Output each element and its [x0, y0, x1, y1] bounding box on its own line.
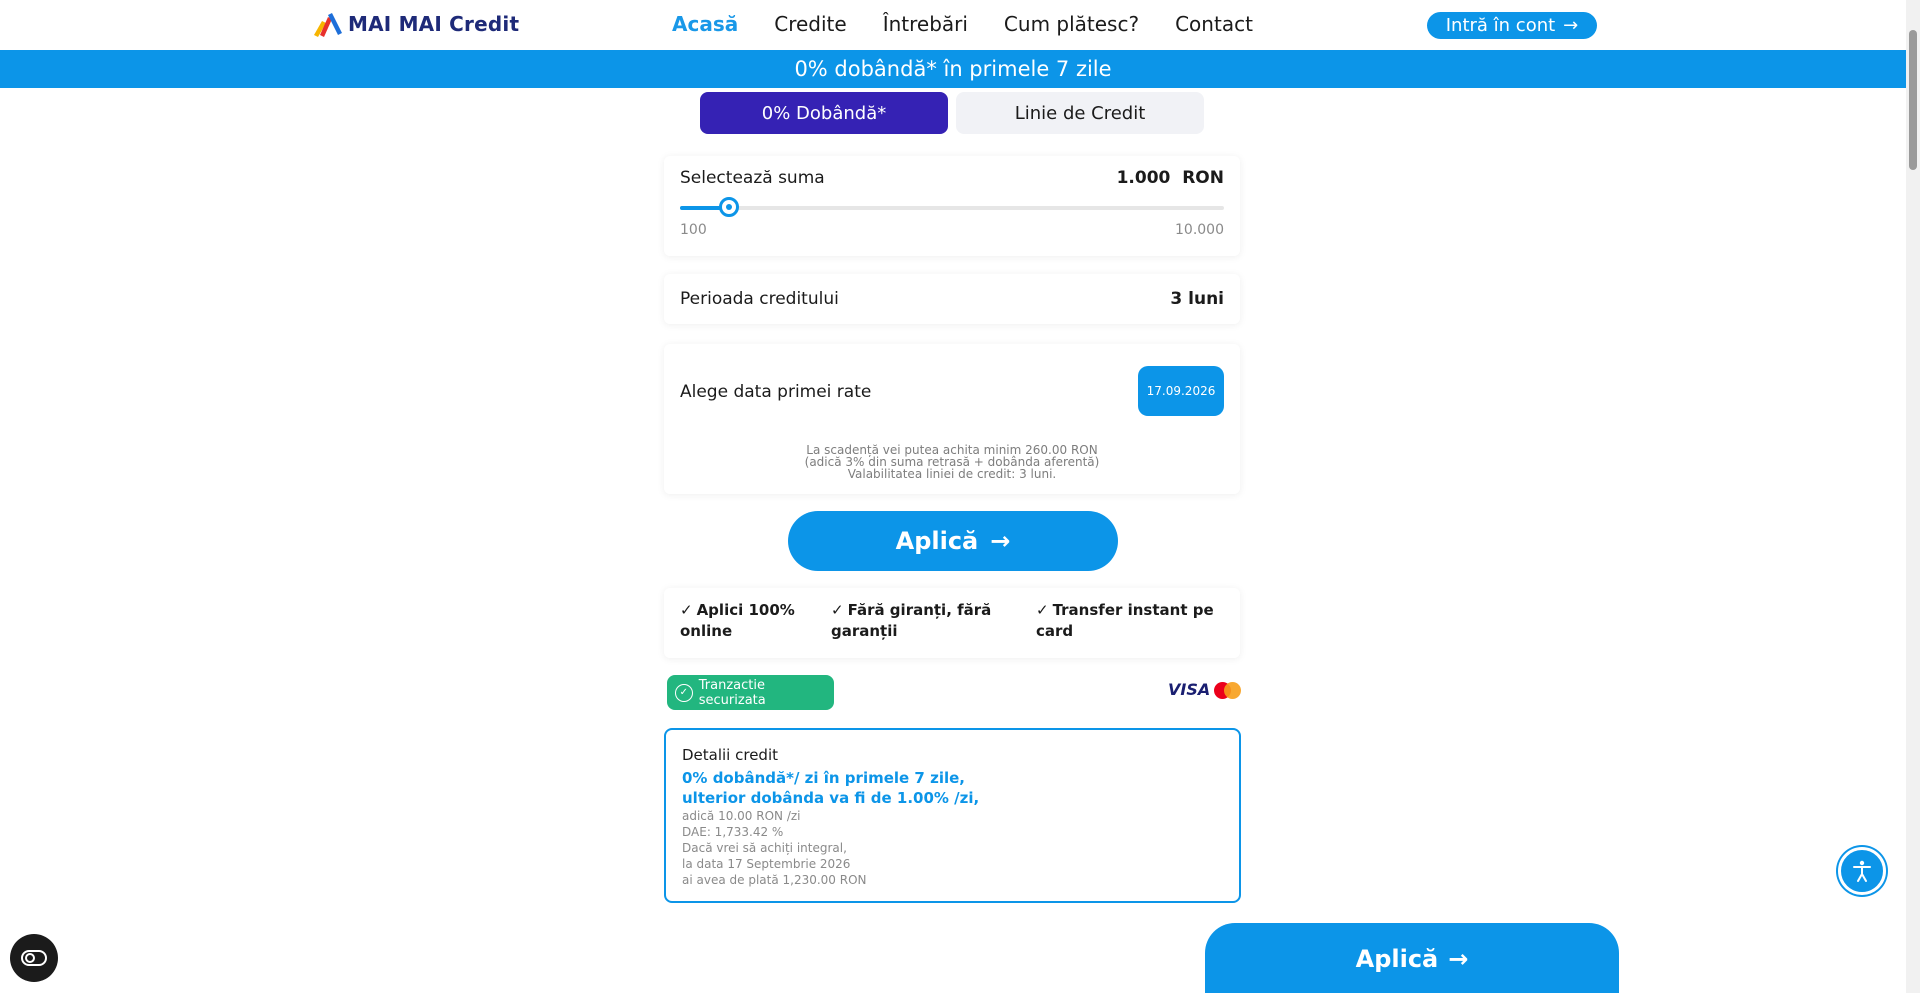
tab-credit-line[interactable]: Linie de Credit — [956, 92, 1204, 134]
amount-slider[interactable] — [680, 197, 1224, 217]
promo-text: 0% dobândă* în primele 7 zile — [794, 57, 1112, 81]
note-line: Valabilitatea liniei de credit: 3 luni. — [847, 467, 1057, 481]
product-tabs: 0% Dobândă* Linie de Credit — [700, 92, 1204, 134]
logo[interactable]: MAI MAI Credit — [312, 11, 519, 37]
details-line: DAE: 1,733.42 % — [682, 825, 784, 839]
feature-line: Fără giranți, fără — [847, 601, 992, 619]
credit-details: Detalii credit 0% dobândă*/ zi în primel… — [664, 728, 1241, 903]
details-line: la data 17 Septembrie 2026 — [682, 857, 851, 871]
details-highlight: 0% dobândă*/ zi în primele 7 zile, — [682, 769, 965, 787]
logo-icon — [314, 13, 342, 37]
period-card[interactable]: Perioada creditului 3 luni — [664, 274, 1240, 324]
amount-number: 1.000 — [1116, 168, 1171, 188]
tab-zero-interest[interactable]: 0% Dobândă* — [700, 92, 948, 134]
chat-toggle-button[interactable] — [10, 934, 58, 982]
amount-card: Selectează suma 1.000 RON 100 10.000 — [664, 156, 1240, 256]
apply-label: Aplică — [895, 527, 979, 555]
sticky-apply-button[interactable]: Aplică → — [1205, 923, 1619, 993]
scrollbar[interactable] — [1906, 0, 1920, 993]
login-label: Intră în cont — [1445, 15, 1556, 36]
period-label: Perioada creditului — [680, 289, 839, 309]
mastercard-logo — [1214, 682, 1242, 700]
check-icon: ✓ — [831, 601, 844, 619]
details-title: Detalii credit — [682, 746, 779, 764]
check-icon: ✓ — [1036, 601, 1049, 619]
apply-label: Aplică — [1355, 945, 1439, 973]
amount-currency: RON — [1182, 168, 1224, 188]
first-rate-date-button[interactable]: 17.09.2026 — [1138, 366, 1224, 416]
first-rate-card: Alege data primei rate 17.09.2026 La sca… — [664, 344, 1240, 494]
main-nav: Acasă Credite Întrebări Cum plătesc? Con… — [672, 12, 1253, 36]
nav-contact[interactable]: Contact — [1175, 12, 1253, 36]
shield-check-icon: ✓ — [675, 683, 693, 702]
feature-line: Aplici 100% — [696, 601, 795, 619]
first-rate-label: Alege data primei rate — [680, 382, 872, 402]
feature-no-guarantors: ✓ Fără giranți, fără garanții — [831, 600, 991, 642]
nav-home[interactable]: Acasă — [672, 12, 738, 36]
visa-logo: VISA — [1168, 680, 1211, 699]
nav-credits[interactable]: Credite — [774, 12, 846, 36]
feature-line: card — [1036, 622, 1074, 640]
header: MAI MAI Credit Acasă Credite Întrebări C… — [0, 0, 1906, 50]
arrow-right-icon: → — [1448, 945, 1469, 973]
login-button[interactable]: Intră în cont → — [1427, 12, 1597, 39]
slider-min: 100 — [680, 222, 707, 238]
logo-text: MAI MAI Credit — [348, 12, 520, 36]
secure-transaction-badge: ✓ Tranzactie securizata — [667, 675, 834, 710]
details-line: ai avea de plată 1,230.00 RON — [682, 873, 867, 887]
slider-thumb[interactable] — [719, 197, 740, 217]
features-card: ✓ Aplici 100% online ✓ Fără giranți, fără … — [664, 588, 1240, 658]
toggle-icon — [21, 950, 47, 966]
feature-instant-transfer: ✓ Transfer instant pe card — [1036, 600, 1214, 642]
apply-button[interactable]: Aplică → — [788, 511, 1118, 571]
feature-line: Transfer instant pe — [1052, 601, 1214, 619]
check-icon: ✓ — [680, 601, 693, 619]
nav-faq[interactable]: Întrebări — [883, 12, 968, 36]
feature-online: ✓ Aplici 100% online — [680, 600, 795, 642]
amount-value: 1.000 RON — [1117, 168, 1224, 188]
page: MAI MAI Credit Acasă Credite Întrebări C… — [0, 0, 1920, 993]
accessibility-button[interactable] — [1838, 847, 1886, 895]
slider-max: 10.000 — [1175, 222, 1224, 238]
feature-line: garanții — [831, 622, 898, 640]
accessibility-icon — [1853, 860, 1871, 882]
scrollbar-thumb[interactable] — [1909, 30, 1917, 170]
feature-line: online — [680, 622, 733, 640]
secure-label: Tranzactie securizata — [698, 677, 766, 708]
period-value: 3 luni — [1170, 289, 1224, 309]
details-line: Dacă vrei să achiți integral, — [682, 841, 847, 855]
details-line: adică 10.00 RON /zi — [682, 809, 801, 823]
arrow-right-icon: → — [1563, 15, 1579, 36]
details-highlight: ulterior dobânda va fi de 1.00% /zi, — [682, 789, 980, 807]
first-rate-note: La scadență vei putea achita minim 260.0… — [664, 444, 1240, 480]
arrow-right-icon: → — [990, 527, 1011, 555]
promo-banner: 0% dobândă* în primele 7 zile — [0, 50, 1906, 88]
nav-how-to-pay[interactable]: Cum plătesc? — [1004, 12, 1139, 36]
amount-label: Selectează suma — [680, 168, 825, 188]
